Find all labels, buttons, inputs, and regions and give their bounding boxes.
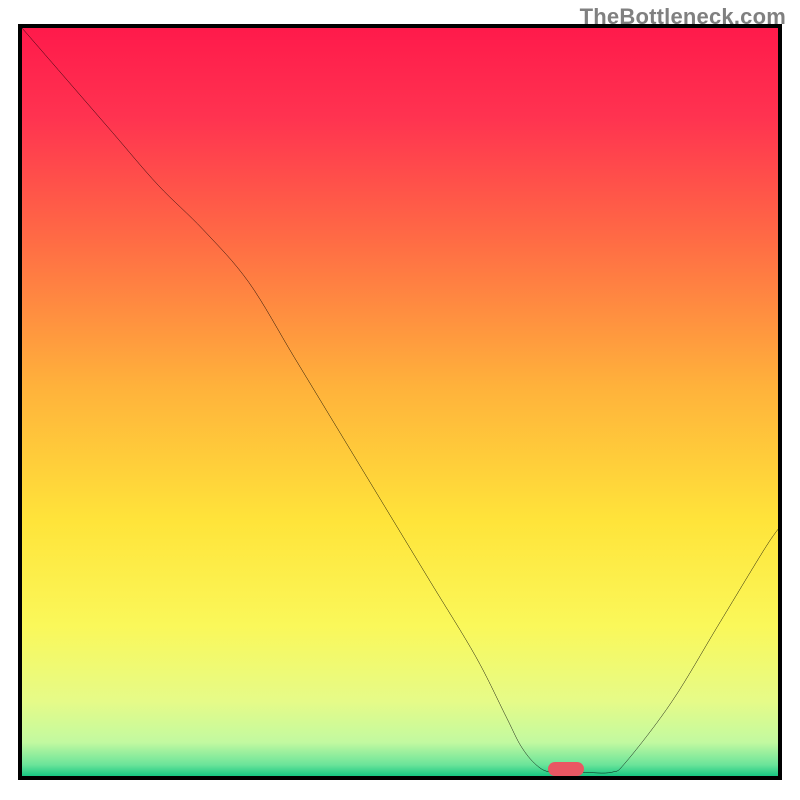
plot-frame xyxy=(18,24,782,780)
plot-background-gradient xyxy=(22,28,778,776)
optimal-point-marker xyxy=(548,762,584,776)
chart-container: TheBottleneck.com xyxy=(0,0,800,800)
watermark-text: TheBottleneck.com xyxy=(580,4,786,30)
